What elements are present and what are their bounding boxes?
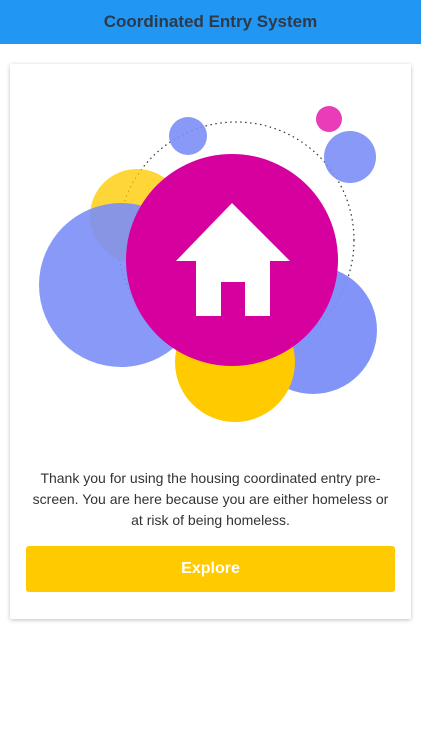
app-bar: Coordinated Entry System [0, 0, 421, 44]
explore-button[interactable]: Explore [26, 546, 395, 592]
pink-dot [316, 106, 342, 132]
welcome-card: Thank you for using the housing coordina… [10, 64, 411, 619]
blue-dot-right [324, 131, 376, 183]
intro-message: Thank you for using the housing coordina… [32, 470, 389, 528]
housing-illustration [39, 106, 377, 422]
blue-dot-small [169, 117, 207, 155]
app-title: Coordinated Entry System [103, 12, 318, 31]
